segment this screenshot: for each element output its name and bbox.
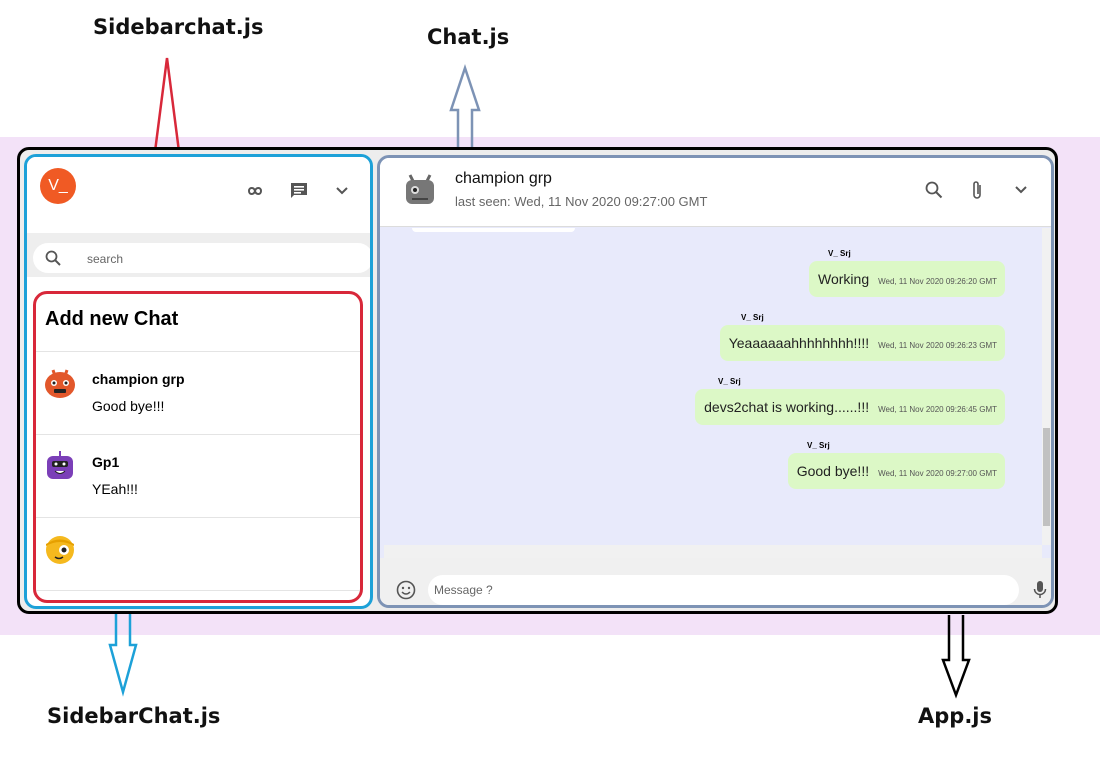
chat-title: champion grp — [455, 170, 552, 187]
chat-footer — [380, 558, 1051, 605]
message-sender: V_ Srj — [741, 313, 764, 322]
message-bubble: devs2chat is working......!!! Wed, 11 No… — [695, 389, 1005, 425]
robot-avatar-icon — [45, 369, 75, 398]
message-bubble: Working Wed, 11 Nov 2020 09:26:20 GMT — [809, 261, 1005, 297]
sidebar-header: V_ — [27, 157, 370, 233]
message-bubble-partial — [412, 228, 575, 232]
message-sender: V_ Srj — [828, 249, 851, 258]
search-bar — [27, 233, 370, 277]
app-bottom-label: App.js — [918, 704, 992, 728]
vertical-scrollbar[interactable] — [1042, 228, 1051, 545]
chat-top-label: Chat.js — [427, 25, 510, 49]
emoji-icon[interactable] — [394, 578, 418, 602]
chat-name: champion grp — [92, 371, 185, 387]
horizontal-scrollbar[interactable] — [384, 545, 1042, 558]
sidebarchat-down-arrow — [108, 612, 138, 697]
robot-avatar-icon — [46, 536, 74, 564]
search-icon — [45, 250, 61, 271]
message-text: devs2chat is working......!!! — [704, 399, 870, 415]
mic-icon[interactable] — [1028, 578, 1051, 602]
message-text: Yeaaaaaahhhhhhhh!!!! — [728, 335, 870, 351]
message-input[interactable] — [428, 575, 1019, 605]
attach-icon[interactable] — [965, 178, 989, 202]
search-box — [33, 243, 370, 273]
divider — [36, 590, 360, 591]
sidebar-chat-item[interactable]: champion grp Good bye!!! — [36, 352, 360, 434]
message-text: Working — [818, 271, 870, 287]
chevron-down-icon[interactable] — [330, 179, 354, 203]
robot-avatar-icon — [406, 174, 434, 204]
scrollbar-thumb[interactable] — [1043, 428, 1050, 526]
sidebarchat-bottom-label: SidebarChat.js — [47, 704, 221, 728]
chat-up-arrow — [449, 64, 481, 155]
sidebar-chat-item[interactable]: Gp1 YEah!!! — [36, 435, 360, 517]
message-list: V_ Srj Working Wed, 11 Nov 2020 09:26:20… — [384, 228, 1044, 545]
add-new-chat[interactable]: Add new Chat — [45, 308, 178, 331]
message-timestamp: Wed, 11 Nov 2020 09:26:45 GMT — [878, 404, 997, 414]
avatar[interactable]: V_ — [40, 168, 76, 204]
message-sender: V_ Srj — [807, 441, 830, 450]
app-down-arrow — [941, 615, 971, 699]
message-sender: V_ Srj — [718, 377, 741, 386]
chat-list: Add new Chat champion grp Good bye!!! Gp… — [33, 291, 363, 603]
sidebarchat-top-label: Sidebarchat.js — [93, 15, 264, 39]
message-text: Good bye!!! — [796, 463, 870, 479]
message-bubble: Yeaaaaaahhhhhhhh!!!! Wed, 11 Nov 2020 09… — [719, 325, 1005, 361]
search-icon[interactable] — [922, 178, 946, 202]
chat-header: champion grp last seen: Wed, 11 Nov 2020… — [380, 158, 1051, 227]
sidebar-chat-item[interactable] — [36, 518, 360, 600]
chat-name: Gp1 — [92, 454, 120, 470]
message-timestamp: Wed, 11 Nov 2020 09:26:23 GMT — [878, 340, 997, 350]
message-timestamp: Wed, 11 Nov 2020 09:27:00 GMT — [878, 468, 997, 478]
chat-last-message: YEah!!! — [92, 481, 138, 497]
chat-last-message: Good bye!!! — [92, 398, 165, 414]
message-bubble: Good bye!!! Wed, 11 Nov 2020 09:27:00 GM… — [787, 453, 1005, 489]
message-timestamp: Wed, 11 Nov 2020 09:26:20 GMT — [878, 276, 997, 286]
chat-panel: champion grp last seen: Wed, 11 Nov 2020… — [377, 155, 1054, 608]
infinity-icon[interactable] — [243, 179, 267, 203]
chat-icon[interactable] — [287, 179, 311, 203]
robot-avatar-icon — [47, 451, 73, 479]
last-seen: last seen: Wed, 11 Nov 2020 09:27:00 GMT — [455, 194, 708, 209]
sidebar: V_ Add new Chat — [24, 154, 373, 609]
search-input[interactable] — [85, 249, 349, 269]
chevron-down-icon[interactable] — [1009, 178, 1033, 202]
